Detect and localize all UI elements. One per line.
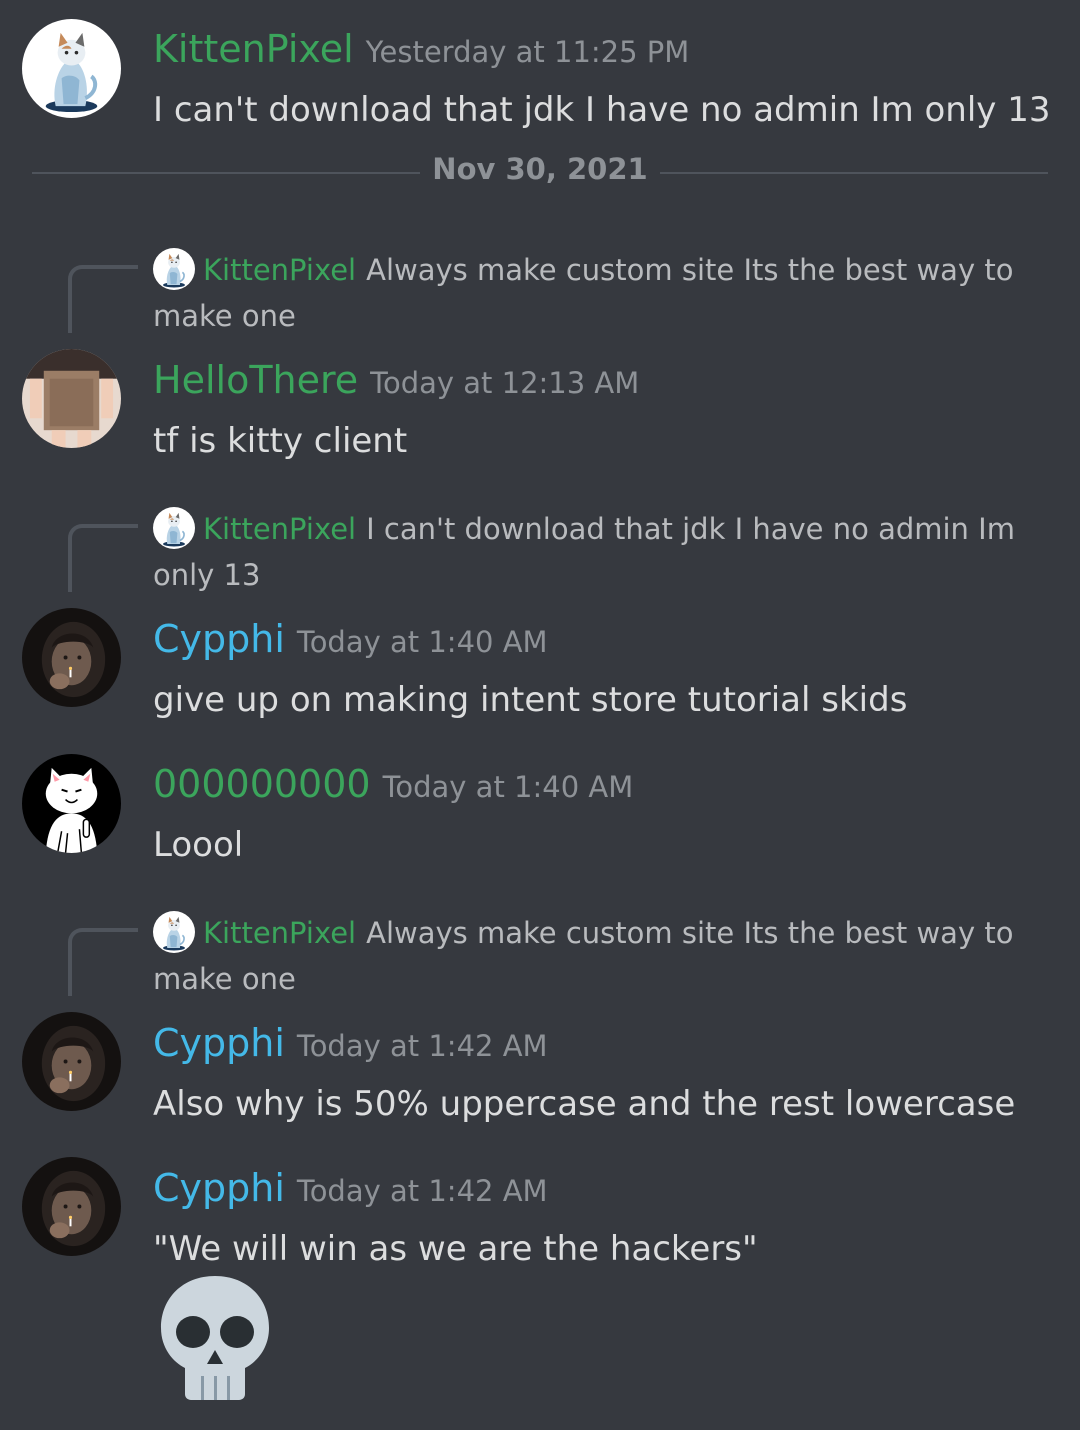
reply-spine [68, 524, 138, 592]
message-header: Cypphi Today at 1:40 AM [153, 617, 548, 661]
timestamp: Today at 1:42 AM [296, 1174, 548, 1208]
message-content: I can't download that jdk I have no admi… [153, 90, 1051, 130]
avatar[interactable] [22, 349, 121, 448]
message-header: Cypphi Today at 1:42 AM [153, 1021, 548, 1065]
cat-avatar-icon [153, 248, 195, 290]
timestamp: Today at 1:40 AM [382, 770, 634, 804]
reply-spine [68, 928, 138, 996]
message-group: KittenPixel Yesterday at 11:25 PM I can't… [0, 0, 1080, 150]
username[interactable]: 000000000 [153, 762, 371, 806]
avatar[interactable] [22, 1012, 121, 1111]
cat-avatar-icon [22, 19, 121, 118]
timestamp: Today at 1:42 AM [296, 1029, 548, 1063]
reply-username[interactable]: KittenPixel [203, 512, 356, 546]
message-content: give up on making intent store tutorial … [153, 680, 908, 720]
ripndip-cat-avatar-icon [22, 754, 121, 853]
reply-preview[interactable]: KittenPixel Always make custom site Its t… [153, 247, 1043, 339]
avatar[interactable] [22, 754, 121, 853]
reply-avatar [153, 911, 195, 953]
dark-photo-avatar-icon [22, 608, 121, 707]
timestamp: Today at 1:40 AM [296, 625, 548, 659]
dark-photo-avatar-icon [22, 1157, 121, 1256]
avatar[interactable] [22, 1157, 121, 1256]
avatar[interactable] [22, 19, 121, 118]
message-header: Cypphi Today at 1:42 AM [153, 1166, 548, 1210]
username[interactable]: HelloThere [153, 358, 358, 402]
message-content: Also why is 50% uppercase and the rest l… [153, 1084, 1016, 1124]
message-content: "We will win as we are the hackers" [153, 1229, 758, 1269]
username[interactable]: Cypphi [153, 1021, 285, 1065]
skull-emoji-icon[interactable] [155, 1272, 275, 1402]
reply-avatar [153, 507, 195, 549]
avatar[interactable] [22, 608, 121, 707]
dark-photo-avatar-icon [22, 1012, 121, 1111]
reply-username[interactable]: KittenPixel [203, 916, 356, 950]
divider-line [32, 172, 420, 174]
reply-username[interactable]: KittenPixel [203, 253, 356, 287]
photo-avatar-icon [22, 349, 121, 448]
username[interactable]: Cypphi [153, 1166, 285, 1210]
divider-line [660, 172, 1048, 174]
message-content: tf is kitty client [153, 421, 408, 461]
username[interactable]: KittenPixel [153, 27, 354, 71]
message-header: KittenPixel Yesterday at 11:25 PM [153, 27, 689, 71]
reply-avatar [153, 248, 195, 290]
chat-messages: KittenPixel Yesterday at 11:25 PM I can't… [0, 0, 1080, 1430]
message-content: Loool [153, 825, 244, 865]
cat-avatar-icon [153, 507, 195, 549]
date-divider-label: Nov 30, 2021 [432, 152, 648, 186]
timestamp: Yesterday at 11:25 PM [365, 35, 690, 69]
date-divider: Nov 30, 2021 [32, 152, 1048, 186]
message-header: 000000000 Today at 1:40 AM [153, 762, 633, 806]
reply-spine [68, 265, 138, 333]
timestamp: Today at 12:13 AM [370, 366, 640, 400]
message-header: HelloThere Today at 12:13 AM [153, 358, 639, 402]
reply-preview[interactable]: KittenPixel Always make custom site Its t… [153, 910, 1043, 1002]
reply-preview[interactable]: KittenPixel I can't download that jdk I h… [153, 506, 1043, 598]
username[interactable]: Cypphi [153, 617, 285, 661]
cat-avatar-icon [153, 911, 195, 953]
